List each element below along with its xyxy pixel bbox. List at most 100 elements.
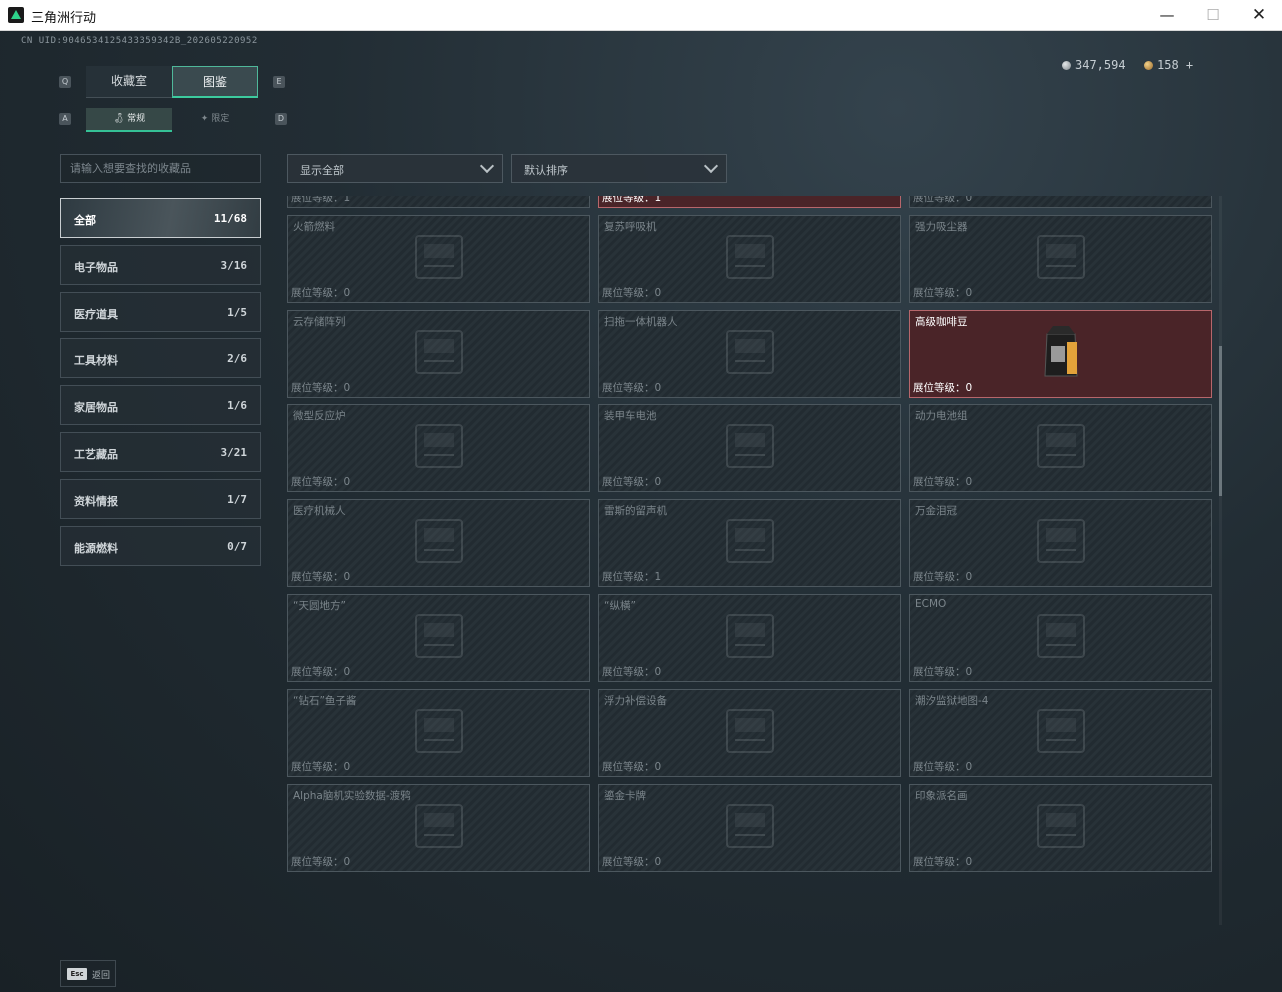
subtab-limited[interactable]: ✦ 限定: [172, 108, 258, 132]
silver-coin-icon: [1062, 61, 1071, 70]
game-viewport: CN UID:9046534125433359342B_202605220952…: [0, 31, 1282, 992]
collectible-card[interactable]: ECMO 展位等级：0: [909, 594, 1212, 682]
collectible-card[interactable]: 印象派名画展位等级：0: [909, 783, 1212, 872]
exhibit-level-value: 0: [965, 381, 973, 394]
collectible-name: 潮汐监狱地图-4: [915, 694, 989, 707]
collectible-card[interactable]: “钻石”鱼子酱 展位等级：0: [287, 688, 590, 777]
exhibit-level: 展位等级：0: [291, 664, 350, 679]
exhibit-level-value: 0: [965, 571, 973, 584]
collectible-card[interactable]: “天圆地方” 展位等级：0: [287, 594, 590, 682]
show-filter-value: 显示全部: [300, 164, 344, 177]
subtab-right-key-hint: D: [275, 113, 287, 125]
gold-currency-value: 158 +: [1157, 58, 1194, 72]
back-button[interactable]: Esc 返回: [60, 960, 116, 987]
exhibit-level-label: 展位等级：: [913, 855, 966, 868]
category-item[interactable]: 医疗道具 1/5: [60, 291, 261, 332]
category-item[interactable]: 工艺藏品 3/21: [60, 432, 261, 472]
tab-left-key-hint: Q: [59, 76, 71, 88]
exhibit-level: 展位等级：0: [602, 759, 661, 774]
exhibit-level: 展位等级：0: [291, 474, 350, 489]
collectible-card[interactable]: 云存储阵列 展位等级：0: [287, 309, 590, 398]
exhibit-level-value: 0: [343, 760, 351, 773]
category-item[interactable]: 家居物品 1/6: [60, 385, 261, 426]
tab-right-key-hint: E: [273, 76, 285, 88]
close-button[interactable]: ✕: [1236, 0, 1282, 31]
collectible-card[interactable]: 医疗机械人 展位等级：0: [287, 499, 590, 588]
maximize-button[interactable]: ☐: [1190, 0, 1236, 31]
collectible-card[interactable]: 扫拖一体机器人 展位等级：0: [598, 309, 901, 398]
map-icon: [1026, 700, 1096, 766]
exhibit-level: 展位等级：0: [291, 759, 350, 774]
tab-collection-room[interactable]: 收藏室: [86, 66, 172, 98]
search-input[interactable]: [61, 155, 260, 182]
collectible-card[interactable]: 展位等级：1: [287, 196, 590, 208]
category-item[interactable]: 资料情报 1/7: [60, 478, 261, 519]
exhibit-level-value: 1: [343, 196, 351, 204]
collectible-card[interactable]: 潮汐监狱地图-4 展位等级：0: [909, 688, 1212, 777]
collectible-card[interactable]: 装甲车电池 展位等级：0: [598, 404, 901, 493]
battery-pack-icon: [1026, 415, 1096, 481]
collectible-card[interactable]: 动力电池组 展位等级：0: [909, 404, 1212, 493]
painting-icon: [1026, 795, 1096, 861]
category-item[interactable]: 电子物品 3/16: [60, 244, 261, 285]
collectible-card[interactable]: 展位等级：1: [598, 196, 901, 208]
category-label: 家居物品: [74, 401, 118, 415]
exhibit-level-value: 1: [654, 571, 662, 584]
gold-currency[interactable]: 158 +: [1144, 58, 1193, 72]
exhibit-level-value: 0: [654, 476, 662, 489]
collectible-card[interactable]: 火箭燃料 展位等级：0: [287, 214, 590, 303]
exhibit-level: 展位等级：0: [913, 854, 972, 869]
exhibit-level-value: 0: [343, 381, 351, 394]
bottle-icon: 🍶︎: [112, 114, 125, 124]
exhibit-level-value: 0: [965, 286, 973, 299]
app-logo-icon: [8, 7, 24, 23]
collectible-card[interactable]: “纵横” 展位等级：0: [598, 594, 901, 682]
collectible-card[interactable]: 浮力补偿设备 展位等级：0: [598, 688, 901, 777]
back-label: 返回: [92, 971, 111, 981]
chevron-down-icon: [703, 158, 719, 174]
exhibit-level-value: 0: [965, 855, 973, 868]
collectible-grid: 展位等级：1 展位等级：1 展位等级：0 火箭燃料 展位等级：0 复苏呼吸机 展位等级：0 强…: [287, 196, 1214, 925]
collectible-card[interactable]: 复苏呼吸机 展位等级：0: [598, 214, 901, 303]
exhibit-level-value: 0: [654, 286, 662, 299]
category-label: 工具材料: [74, 354, 118, 368]
category-count: 1/6: [227, 399, 247, 413]
tab-atlas[interactable]: 图鉴: [172, 66, 258, 98]
exhibit-level-value: 0: [965, 666, 973, 678]
storage-array-icon: [404, 321, 474, 387]
exhibit-level-label: 展位等级：: [602, 571, 655, 584]
sort-dropdown[interactable]: 默认排序: [511, 154, 727, 183]
collectible-name: 印象派名画: [915, 789, 968, 802]
exhibit-level-value: 0: [343, 855, 351, 868]
exhibit-level-label: 展位等级：: [602, 666, 655, 678]
collectible-card[interactable]: 强力吸尘器 展位等级：0: [909, 214, 1212, 303]
gramophone-icon: [715, 510, 785, 576]
show-filter-dropdown[interactable]: 显示全部: [287, 154, 503, 183]
collectible-card[interactable]: 万金泪冠 展位等级：0: [909, 499, 1212, 588]
category-item[interactable]: 能源燃料 0/7: [60, 525, 261, 566]
category-count: 11/68: [213, 212, 247, 225]
grid-scrollbar-thumb[interactable]: [1219, 346, 1222, 496]
collectible-name: 鎏金卡牌: [604, 789, 646, 802]
collectible-card[interactable]: 雷斯的留声机 展位等级：1: [598, 499, 901, 588]
category-item[interactable]: 全部 11/68: [60, 198, 261, 238]
subtab-normal[interactable]: 🍶︎ 常规: [86, 108, 172, 132]
category-item[interactable]: 工具材料 2/6: [60, 338, 261, 379]
exhibit-level: 展位等级：0: [291, 854, 350, 869]
exhibit-level-value: 0: [654, 381, 662, 394]
minimize-button[interactable]: —: [1144, 0, 1190, 31]
collectible-card[interactable]: 展位等级：0: [909, 196, 1212, 208]
collectible-card[interactable]: 微型反应炉 展位等级：0: [287, 404, 590, 493]
category-count: 3/16: [220, 258, 248, 272]
grid-scrollbar[interactable]: [1219, 196, 1222, 925]
collectible-card[interactable]: 高级咖啡豆 展位等级：0: [909, 309, 1212, 398]
exhibit-level-label: 展位等级：: [291, 476, 344, 489]
collectible-card[interactable]: 鎏金卡牌 展位等级：0: [598, 783, 901, 872]
data-drive-icon: [404, 795, 474, 861]
collectible-card[interactable]: Alpha脑机实验数据-渡鸦 展位等级：0: [287, 783, 590, 872]
exhibit-level-label: 展位等级：: [602, 760, 655, 773]
window-titlebar: 三角洲行动 — ☐ ✕: [0, 0, 1282, 31]
armillary-icon: [404, 605, 474, 671]
exhibit-level-value: 0: [965, 476, 973, 489]
exhibit-level: 展位等级：0: [602, 380, 661, 395]
